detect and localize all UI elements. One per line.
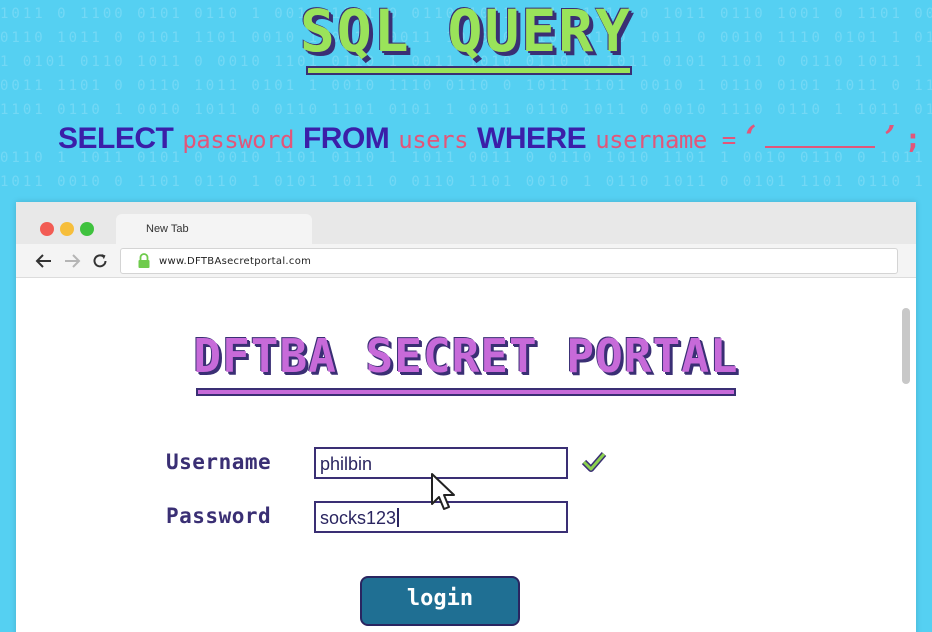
query-terminator: ; [904,122,922,155]
tab-bar: New Tab [16,202,916,244]
tab-new-tab[interactable]: New Tab [116,214,312,244]
username-value: philbin [320,454,373,474]
sql-query-title: SQL QUERY [299,0,633,65]
text-caret [397,508,399,527]
equals-sign: = [721,126,737,154]
back-button[interactable] [34,250,54,272]
username-label: Username [166,450,272,474]
address-bar[interactable]: www.DFTBAsecretportal.com [120,248,898,274]
close-quote: ’ [884,118,896,156]
login-button[interactable]: login [360,576,520,626]
keyword-from: FROM [302,122,390,155]
reload-icon [93,254,107,268]
navigation-bar: www.DFTBAsecretportal.com [16,244,916,278]
close-window-button[interactable] [40,222,54,236]
lock-icon [138,253,150,268]
maximize-window-button[interactable] [80,222,94,236]
open-quote: ‘ [745,118,757,156]
keyword-select: SELECT [58,122,174,155]
portal-title: DFTBA SECRET PORTAL [193,329,739,383]
keyword-where: WHERE [477,122,587,155]
forward-arrow-icon [65,254,81,268]
forward-button[interactable] [62,250,82,272]
sql-title-underline [306,66,632,75]
field-name: username [595,126,707,154]
checkmark-icon [581,452,607,472]
url-text: www.DFTBAsecretportal.com [159,256,312,267]
password-value: socks123 [320,508,397,528]
browser-window: New Tab www.DFTBAsecretportal.com DFTBA … [16,202,916,632]
mouse-pointer-icon [431,473,455,510]
portal-title-underline [196,388,736,396]
table-name: users [398,126,469,154]
query-blank [765,128,876,148]
password-label: Password [166,504,272,528]
reload-button[interactable] [90,250,110,272]
sql-query-line: SELECT password FROM users WHERE usernam… [58,118,921,162]
column-name: password [182,126,294,154]
minimize-window-button[interactable] [60,222,74,236]
back-arrow-icon [35,254,51,268]
